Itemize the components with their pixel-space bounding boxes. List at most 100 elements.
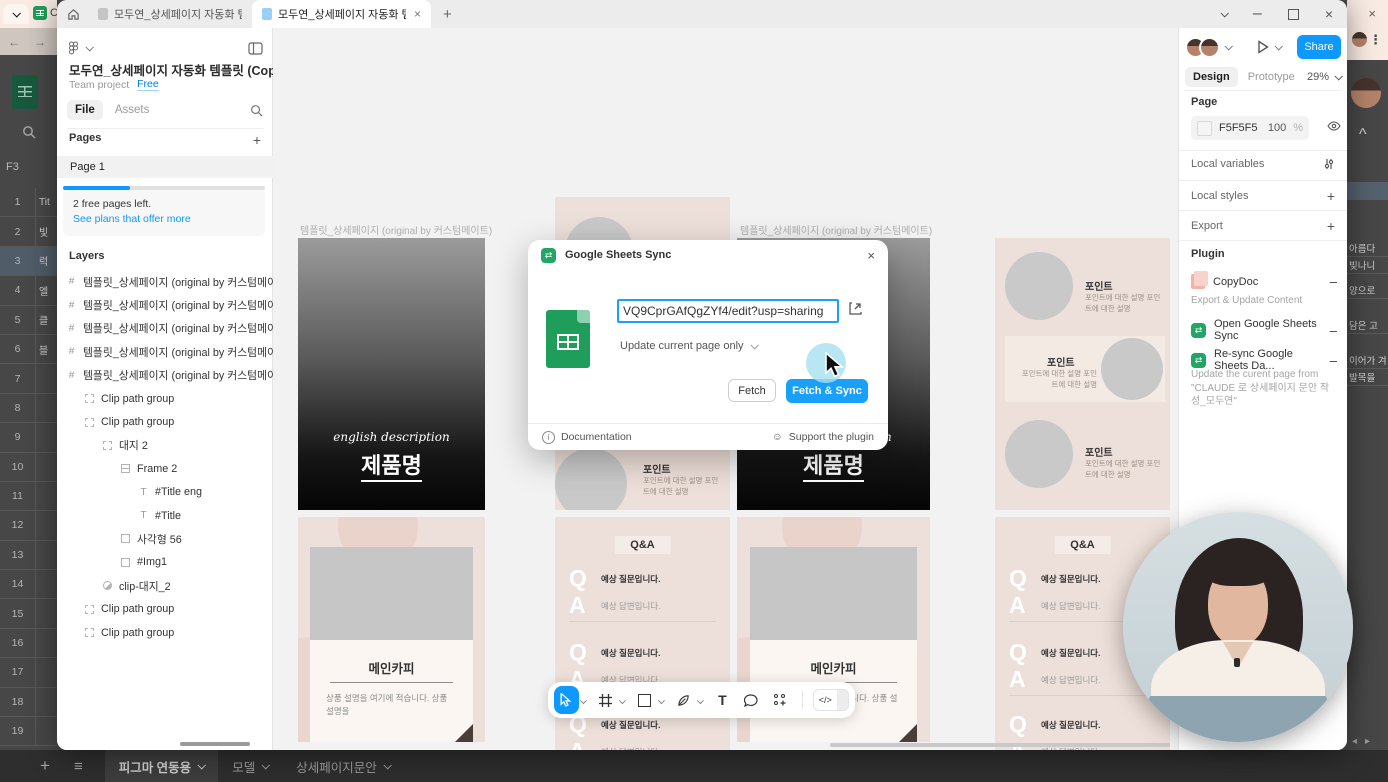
- frame-maincopy-1[interactable]: 메인카피 상품 설명을 여기에 적습니다. 상품 설명을: [298, 517, 485, 742]
- sheet-url-input[interactable]: [617, 299, 839, 323]
- canvas-hscrollbar[interactable]: [830, 743, 1170, 747]
- add-sheet-icon[interactable]: +: [40, 756, 50, 776]
- page-item-selected[interactable]: Page 1: [57, 156, 273, 178]
- frame-label[interactable]: 템플릿_상세페이지 (original by 커스텀메이트): [300, 222, 492, 237]
- collaborator-avatar[interactable]: [1199, 37, 1220, 58]
- browser-profile-avatar[interactable]: [1352, 32, 1367, 47]
- tab-file[interactable]: File: [67, 100, 103, 120]
- page-color-row[interactable]: F5F5F5 100 %: [1191, 116, 1309, 140]
- layer-row[interactable]: Clip path group: [57, 597, 273, 620]
- present-icon[interactable]: [1257, 40, 1269, 54]
- chevron-down-icon[interactable]: [618, 697, 625, 704]
- layer-row[interactable]: Clip path group: [57, 410, 273, 433]
- plugin-row-open-sheets-sync[interactable]: ⇄ Open Google Sheets Sync –: [1191, 318, 1337, 342]
- documentation-link[interactable]: Documentation: [561, 431, 632, 443]
- layer-row[interactable]: 템플릿_상세페이지 (original by 커스텀메이트): [57, 317, 273, 340]
- paste-link-icon[interactable]: [848, 301, 863, 316]
- remove-plugin-icon[interactable]: –: [1330, 353, 1337, 368]
- chevron-down-icon[interactable]: [1274, 42, 1282, 50]
- local-styles-row[interactable]: Local styles +: [1191, 188, 1335, 204]
- browser-tab-caret[interactable]: [3, 4, 29, 24]
- figma-file-tab[interactable]: 모두연_상세페이지 자동화 템플릿 (Cop: [88, 0, 252, 28]
- chevron-down-icon[interactable]: [1224, 42, 1232, 50]
- actions-tool[interactable]: [767, 686, 792, 714]
- export-row[interactable]: Export +: [1191, 218, 1335, 234]
- layer-row[interactable]: 템플릿_상세페이지 (original by 커스텀메이트): [57, 293, 273, 316]
- new-tab-icon[interactable]: +: [443, 6, 452, 23]
- comment-tool[interactable]: [739, 686, 764, 714]
- remove-plugin-icon[interactable]: –: [1330, 274, 1337, 289]
- layer-row[interactable]: #Img1: [57, 551, 273, 574]
- add-style-icon[interactable]: +: [1327, 188, 1335, 204]
- frame-point-4[interactable]: 포인트 포인트에 대한 설명 포인트에 대한 설명 포인트 포인트에 대한 설명…: [995, 238, 1170, 510]
- layer-row[interactable]: clip-대지_2: [57, 574, 273, 597]
- browser-close-icon[interactable]: ×: [1368, 6, 1376, 21]
- window-close-icon[interactable]: ×: [1325, 6, 1333, 22]
- figma-file-tab-active[interactable]: 모두연_상세페이지 자동화 템플릿 ( ×: [252, 0, 431, 28]
- layer-row[interactable]: Clip path group: [57, 621, 273, 644]
- add-export-icon[interactable]: +: [1327, 218, 1335, 234]
- move-tool[interactable]: [554, 686, 579, 714]
- back-icon[interactable]: ←: [8, 35, 20, 49]
- layer-row[interactable]: 사각형 56: [57, 527, 273, 550]
- sidebar-scrollbar[interactable]: [180, 742, 250, 746]
- pen-tool[interactable]: [671, 686, 696, 714]
- sheet-scroll-arrows[interactable]: ◂▸: [1352, 736, 1378, 747]
- browser-menu-icon[interactable]: ⋮: [1369, 32, 1382, 48]
- tab-design[interactable]: Design: [1185, 67, 1238, 87]
- dev-mode-toggle[interactable]: </>: [813, 689, 849, 711]
- sheet-tab[interactable]: 모델: [218, 750, 282, 782]
- layer-row[interactable]: 템플릿_상세페이지 (original by 커스텀메이트): [57, 340, 273, 363]
- color-swatch[interactable]: [1197, 121, 1212, 136]
- layer-row[interactable]: 템플릿_상세페이지 (original by 커스텀메이트): [57, 364, 273, 387]
- zoom-dropdown[interactable]: 29%: [1307, 71, 1341, 83]
- figma-logo-icon[interactable]: [67, 41, 80, 55]
- share-button[interactable]: Share: [1297, 35, 1341, 59]
- variables-icon[interactable]: [1323, 158, 1335, 170]
- close-tab-icon[interactable]: ×: [414, 7, 421, 21]
- color-hex[interactable]: F5F5F5: [1219, 122, 1258, 134]
- layer-row[interactable]: Clip path group: [57, 387, 273, 410]
- frame-label[interactable]: 템플릿_상세페이지 (original by 커스텀메이트): [740, 222, 932, 237]
- add-page-icon[interactable]: +: [253, 132, 261, 148]
- file-name[interactable]: 모두연_상세페이지 자동화 템플릿 (Copy): [69, 60, 299, 79]
- sheet-row: 4 엘: [0, 276, 57, 305]
- dialog-close-icon[interactable]: ×: [867, 248, 875, 263]
- tab-assets[interactable]: Assets: [115, 104, 150, 116]
- fetch-button[interactable]: Fetch: [728, 379, 776, 402]
- sheet-tab[interactable]: 피그마 연동용: [105, 750, 218, 782]
- minimize-icon[interactable]: –: [1253, 5, 1262, 23]
- layer-row[interactable]: Frame 2: [57, 457, 273, 480]
- tab-prototype[interactable]: Prototype: [1248, 71, 1295, 83]
- plan-badge[interactable]: Free: [137, 78, 159, 91]
- home-icon[interactable]: [67, 8, 80, 21]
- sheet-tab[interactable]: 상세페이지문안: [282, 750, 404, 782]
- maximize-icon[interactable]: [1288, 9, 1299, 20]
- layer-row[interactable]: #Title: [57, 504, 273, 527]
- chevron-down-icon[interactable]: [658, 697, 665, 704]
- all-sheets-icon[interactable]: ≡: [74, 758, 83, 775]
- shape-tool[interactable]: [632, 686, 657, 714]
- visibility-eye-icon[interactable]: [1327, 121, 1341, 131]
- layer-row[interactable]: 대지 2: [57, 434, 273, 457]
- toggle-panel-icon[interactable]: [248, 42, 263, 55]
- chevron-down-icon[interactable]: [579, 697, 586, 704]
- local-variables-row[interactable]: Local variables: [1191, 158, 1335, 170]
- banner-link[interactable]: See plans that offer more: [73, 213, 191, 225]
- search-icon[interactable]: [250, 104, 263, 117]
- sheet-row: 10: [0, 453, 57, 482]
- forward-icon[interactable]: →: [34, 35, 46, 49]
- layer-row[interactable]: 템플릿_상세페이지 (original by 커스텀메이트): [57, 270, 273, 293]
- remove-plugin-icon[interactable]: –: [1330, 323, 1337, 338]
- window-menu-icon[interactable]: [1220, 9, 1228, 17]
- frame-tool[interactable]: [593, 686, 618, 714]
- opacity-value[interactable]: 100: [1268, 122, 1286, 134]
- chevron-down-icon[interactable]: [85, 43, 93, 51]
- chevron-down-icon[interactable]: [697, 697, 704, 704]
- plugin-row-copydoc[interactable]: CopyDoc –: [1191, 274, 1337, 289]
- frame-cover-1[interactable]: english description 제품명: [298, 238, 485, 510]
- text-tool[interactable]: T: [710, 686, 735, 714]
- layer-row[interactable]: #Title eng: [57, 481, 273, 504]
- scope-dropdown[interactable]: Update current page only: [620, 340, 757, 352]
- support-link[interactable]: ☺ Support the plugin: [772, 431, 874, 443]
